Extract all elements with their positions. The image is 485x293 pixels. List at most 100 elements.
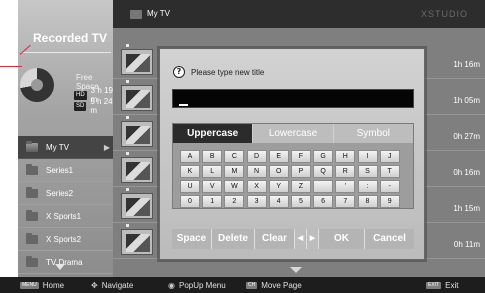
- key[interactable]: K: [180, 165, 200, 178]
- recording-thumbnail: [121, 121, 153, 147]
- bullet-icon: [126, 224, 129, 227]
- bullet-icon: [126, 188, 129, 191]
- folder-icon: [26, 186, 38, 198]
- tab-lowercase[interactable]: Lowercase: [253, 124, 334, 143]
- recording-thumbnail: [121, 229, 153, 255]
- key-row: A B C D E F G H I J: [180, 150, 406, 163]
- recording-thumbnail: [121, 193, 153, 219]
- nav-item-series1[interactable]: Series1: [18, 159, 113, 182]
- bullet-icon: [126, 152, 129, 155]
- key[interactable]: A: [180, 150, 200, 163]
- key[interactable]: 7: [335, 195, 356, 208]
- key[interactable]: L: [202, 165, 223, 178]
- virtual-keyboard: Uppercase Lowercase Symbol A B C D E F G…: [172, 123, 414, 209]
- folder-icon: [130, 10, 142, 19]
- key[interactable]: W: [224, 180, 245, 193]
- recording-duration: 1h 15m: [453, 204, 480, 213]
- key[interactable]: Z: [290, 180, 311, 193]
- key[interactable]: 1: [202, 195, 223, 208]
- nav-item-label: X Sports1: [46, 211, 82, 221]
- recording-duration: 1h 05m: [453, 96, 480, 105]
- cancel-button[interactable]: Cancel: [365, 229, 414, 249]
- nav-item-tv-drama[interactable]: TV Drama: [18, 251, 113, 274]
- key[interactable]: P: [290, 165, 311, 178]
- key[interactable]: I: [357, 150, 378, 163]
- key[interactable]: C: [224, 150, 245, 163]
- open-folder-icon: [26, 140, 38, 152]
- footer-home: MENU Home: [20, 281, 64, 290]
- key[interactable]: Q: [313, 165, 334, 178]
- key[interactable]: M: [224, 165, 245, 178]
- clear-button[interactable]: Clear: [255, 229, 295, 249]
- recording-thumbnail: [121, 49, 153, 75]
- key[interactable]: 2: [224, 195, 245, 208]
- delete-button[interactable]: Delete: [212, 229, 255, 249]
- nav-item-label: My TV: [46, 142, 69, 152]
- key-row: K L M N O P Q R S T: [180, 165, 406, 178]
- key[interactable]: T: [379, 165, 400, 178]
- key[interactable]: :: [357, 180, 378, 193]
- nav-item-series2[interactable]: Series2: [18, 182, 113, 205]
- disk-usage-icon: [20, 68, 54, 102]
- key[interactable]: D: [246, 150, 267, 163]
- key[interactable]: R: [335, 165, 356, 178]
- footer-move-page-label: Move Page: [261, 281, 302, 290]
- footer-popup-label: PopUp Menu: [178, 281, 226, 290]
- ok-button[interactable]: OK: [319, 229, 365, 249]
- key[interactable]: X: [246, 180, 267, 193]
- folder-icon: [26, 163, 38, 175]
- scroll-down-icon[interactable]: [55, 264, 65, 270]
- key[interactable]: V: [202, 180, 223, 193]
- key[interactable]: 8: [357, 195, 378, 208]
- recording-duration: 1h 16m: [453, 60, 480, 69]
- dialog-actions: Space Delete Clear ◀ ▶ OK Cancel: [172, 229, 414, 249]
- tab-symbol[interactable]: Symbol: [333, 124, 413, 143]
- title-input[interactable]: [172, 89, 414, 108]
- keyboard-mode-tabs: Uppercase Lowercase Symbol: [173, 124, 413, 143]
- key[interactable]: -: [379, 180, 400, 193]
- key[interactable]: 3: [246, 195, 267, 208]
- nav-item-x-sports1[interactable]: X Sports1: [18, 205, 113, 228]
- callout-line: [0, 66, 22, 67]
- key[interactable]: 9: [379, 195, 400, 208]
- key[interactable]: Y: [268, 180, 289, 193]
- footer-navigate-label: Navigate: [101, 281, 134, 290]
- tab-uppercase[interactable]: Uppercase: [173, 124, 254, 143]
- key[interactable]: J: [379, 150, 400, 163]
- footer-bar: MENU Home ✥ Navigate ◉ PopUp Menu CH Mov…: [0, 277, 485, 293]
- key[interactable]: G: [313, 150, 334, 163]
- bullet-icon: [126, 116, 129, 119]
- footer-exit: EXIT Exit: [426, 281, 458, 290]
- sd-space-row: SD 5 h 24 m: [74, 97, 113, 115]
- folder-icon: [26, 232, 38, 244]
- key[interactable]: H: [335, 150, 356, 163]
- recording-duration: 0h 11m: [453, 240, 480, 249]
- nav-item-my-tv[interactable]: My TV ▶: [18, 136, 113, 159]
- recording-thumbnail: [121, 157, 153, 183]
- key[interactable]: 6: [313, 195, 334, 208]
- arrow-left-icon[interactable]: ◀: [295, 229, 307, 249]
- key[interactable]: ': [335, 180, 356, 193]
- folder-list: My TV ▶ Series1 Series2 X Sports1 X Spor…: [18, 136, 113, 274]
- key-grid: A B C D E F G H I J K L M N O P Q R S T …: [180, 150, 406, 210]
- bullet-icon: [126, 44, 129, 47]
- key[interactable]: N: [246, 165, 267, 178]
- nav-item-x-sports2[interactable]: X Sports2: [18, 228, 113, 251]
- key[interactable]: 0: [180, 195, 200, 208]
- key[interactable]: 5: [290, 195, 311, 208]
- space-button[interactable]: Space: [172, 229, 212, 249]
- key[interactable]: [313, 180, 334, 193]
- scroll-down-icon[interactable]: [290, 267, 302, 273]
- text-cursor: [179, 104, 188, 106]
- key[interactable]: O: [268, 165, 289, 178]
- key[interactable]: U: [180, 180, 200, 193]
- key[interactable]: 4: [268, 195, 289, 208]
- rename-dialog: ? Please type new title Uppercase Lowerc…: [159, 48, 425, 260]
- key[interactable]: F: [290, 150, 311, 163]
- key[interactable]: E: [268, 150, 289, 163]
- key[interactable]: B: [202, 150, 223, 163]
- arrow-right-icon[interactable]: ▶: [307, 229, 319, 249]
- key[interactable]: S: [357, 165, 378, 178]
- menu-key-badge: MENU: [20, 282, 39, 289]
- bullet-icon: [126, 80, 129, 83]
